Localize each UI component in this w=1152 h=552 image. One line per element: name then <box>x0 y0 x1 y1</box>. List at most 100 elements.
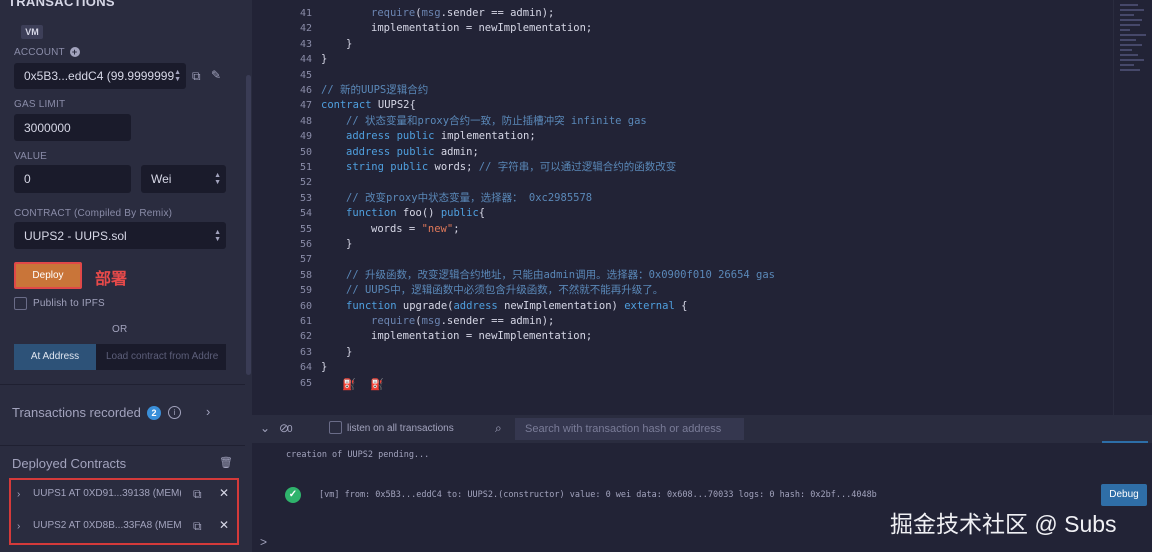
code-token: implementation = newImplementation; <box>371 22 593 35</box>
code-line[interactable]: } <box>346 237 352 252</box>
close-icon[interactable]: ✕ <box>219 486 229 500</box>
code-line[interactable]: } <box>346 37 352 52</box>
code-line[interactable]: } <box>321 360 327 375</box>
code-line[interactable]: // 升级函数，改变逻辑合约地址，只能由admin调用。选择器：0x0900f0… <box>346 268 775 283</box>
deploy-annotation: 部署 <box>95 271 128 288</box>
code-token: // 字符串，可以通过逻辑合约的函数改变 <box>478 161 677 173</box>
panel-title: TRANSACTIONS <box>8 0 115 9</box>
deploy-button[interactable]: Deploy <box>14 262 82 289</box>
collapse-terminal-icon[interactable]: ⌄ <box>260 421 270 435</box>
value-input[interactable]: 0 <box>14 165 131 193</box>
line-number-gutter: 41 42 43 44 45 46 47 48 49 50 51 52 53 54 55 56 57 58 59 60… <box>252 0 312 415</box>
code-token: } <box>321 361 328 374</box>
contract-instance-name: UUPS1 AT 0XD91...39138 (MEM( <box>33 488 181 499</box>
line-number: 59 <box>299 285 312 297</box>
trash-icon[interactable]: 🗑 <box>219 456 233 469</box>
copy-icon[interactable]: ⧉ <box>193 519 202 534</box>
code-line[interactable]: implementation = newImplementation; <box>371 329 592 344</box>
code-line[interactable]: function upgrade(address newImplementati… <box>346 299 687 314</box>
edit-account-icon[interactable]: ✎ <box>211 68 221 82</box>
gas-limit-input[interactable]: 3000000 <box>14 114 131 141</box>
code-line[interactable]: // 改变proxy中状态变量，选择器： 0xc2985578 <box>346 191 592 206</box>
code-token: address <box>453 299 498 312</box>
chevron-right-icon[interactable]: › <box>17 521 20 532</box>
code-token: words = <box>371 222 422 235</box>
code-token: } <box>346 345 353 358</box>
line-number: 65 <box>299 377 312 389</box>
copy-account-icon[interactable]: ⧉ <box>192 69 201 84</box>
close-icon[interactable]: ✕ <box>219 518 229 532</box>
code-token: implementation = newImplementation; <box>371 330 593 343</box>
code-editor[interactable]: 41 42 43 44 45 46 47 48 49 50 51 52 53 54 55 56 57 58 59 60… <box>252 0 1113 415</box>
deployed-contract-item[interactable]: › UUPS2 AT 0XD8B...33FA8 (MEM ⧉ ✕ <box>11 512 237 542</box>
code-token: // 改变proxy中状态变量，选择器： 0xc2985578 <box>346 191 593 204</box>
line-number: 44 <box>299 54 312 66</box>
select-arrows-icon: ▲ ▼ <box>214 228 221 243</box>
publish-ipfs-checkbox[interactable] <box>14 297 27 310</box>
code-token: } <box>346 238 353 250</box>
code-line[interactable]: } <box>321 52 327 67</box>
code-token: require <box>371 7 416 19</box>
line-number: 60 <box>299 300 312 312</box>
code-line[interactable]: contract UUPS2{ <box>321 98 416 113</box>
line-number: 64 <box>299 362 312 374</box>
transaction-search-input[interactable]: Search with transaction hash or address <box>515 418 744 440</box>
code-token: } <box>346 37 353 50</box>
line-number: 49 <box>299 131 312 143</box>
add-account-icon[interactable]: + <box>69 47 80 57</box>
code-line[interactable]: // 新的UUPS逻辑合约 <box>321 83 428 98</box>
transaction-log[interactable]: [vm] from: 0x5B3...eddC4 to: UUPS2.(cons… <box>319 490 877 500</box>
chevron-right-icon[interactable]: › <box>206 404 210 419</box>
code-token: function <box>346 299 397 312</box>
code-line[interactable]: // 状态变量和proxy合约一致，防止插槽冲突 infinite gas <box>346 114 647 129</box>
value-unit-select[interactable]: Wei ▲ ▼ <box>141 165 226 193</box>
minimap-line <box>1120 49 1132 51</box>
code-token: contract <box>321 99 372 112</box>
minimap-line <box>1120 14 1134 16</box>
contract-select[interactable]: UUPS2 - UUPS.sol ▲ ▼ <box>14 222 226 249</box>
code-token: msg <box>421 315 441 327</box>
deployed-contract-item[interactable]: › UUPS1 AT 0XD91...39138 (MEM( ⧉ ✕ <box>11 480 237 510</box>
info-icon[interactable]: i <box>168 406 181 419</box>
line-number: 51 <box>299 162 312 173</box>
value-label: VALUE <box>14 151 48 162</box>
code-line[interactable]: words = "new"; <box>371 222 460 237</box>
terminal-prompt[interactable]: > <box>260 535 267 549</box>
gas-limit-value: 3000000 <box>24 120 71 135</box>
code-line[interactable]: address public admin; <box>346 145 479 160</box>
line-number: 61 <box>299 316 312 327</box>
line-number: 54 <box>299 208 312 220</box>
at-address-button[interactable]: At Address <box>14 344 96 370</box>
code-line[interactable]: } <box>346 345 352 360</box>
code-line[interactable]: require(msg.sender == admin); <box>371 314 554 329</box>
minimap-line <box>1120 69 1140 71</box>
line-number: 57 <box>299 254 312 266</box>
line-number: 53 <box>299 192 312 204</box>
code-token: "new" <box>421 222 454 235</box>
code-line[interactable]: function foo() public{ <box>346 206 485 221</box>
transactions-recorded-label[interactable]: Transactions recorded <box>12 405 141 420</box>
editor-minimap[interactable] <box>1113 0 1152 415</box>
listen-transactions-checkbox[interactable] <box>329 421 342 434</box>
chevron-right-icon[interactable]: › <box>17 489 20 500</box>
debug-button[interactable]: Debug <box>1101 484 1147 506</box>
account-select[interactable]: 0x5B3...eddC4 (99.9999999 ▲ ▼ <box>14 63 186 89</box>
line-number: 56 <box>299 239 312 250</box>
code-token: UUPS2{ <box>371 99 416 112</box>
line-number: 48 <box>299 115 312 127</box>
code-line[interactable]: require(msg.sender == admin); <box>371 6 554 21</box>
value-amount: 0 <box>24 172 31 186</box>
code-line[interactable]: implementation = newImplementation; <box>371 21 592 36</box>
value-unit: Wei <box>151 172 172 186</box>
code-token: address public <box>346 145 435 158</box>
code-line[interactable]: // UUPS中，逻辑函数中必须包含升级函数，不然就不能再升级了。 <box>346 283 663 298</box>
load-contract-input[interactable]: Load contract from Addre <box>96 344 226 370</box>
copy-icon[interactable]: ⧉ <box>193 487 202 502</box>
scrollbar-thumb[interactable] <box>246 75 251 375</box>
code-line[interactable]: string public words; // 字符串，可以通过逻辑合约的函数改… <box>346 160 676 175</box>
minimap-line <box>1120 54 1138 56</box>
code-token: { <box>674 299 688 312</box>
code-line[interactable]: address public implementation; <box>346 129 536 144</box>
watermark: 掘金技术社区 @ Subs <box>890 511 1117 537</box>
deployed-contracts-label: Deployed Contracts <box>12 456 127 471</box>
